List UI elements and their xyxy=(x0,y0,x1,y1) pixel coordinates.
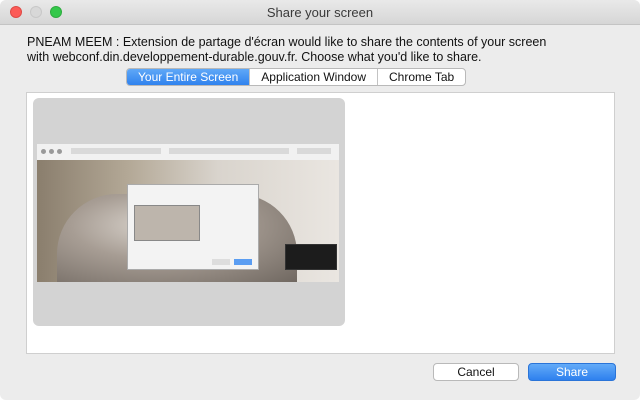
source-list-panel xyxy=(26,92,615,354)
screen-thumbnail xyxy=(37,144,339,282)
entire-screen-option[interactable] xyxy=(33,98,345,326)
window-title: Share your screen xyxy=(266,5,374,20)
cancel-button[interactable]: Cancel xyxy=(433,363,519,381)
message-line-2: with webconf.din.developpement-durable.g… xyxy=(27,50,482,64)
thumbnail-browser-toolbar xyxy=(37,144,339,161)
tab-application-window[interactable]: Application Window xyxy=(250,69,379,85)
tab-chrome-tab[interactable]: Chrome Tab xyxy=(378,69,465,85)
thumbnail-nested-dialog xyxy=(127,184,259,270)
share-request-message: PNEAM MEEM : Extension de partage d'écra… xyxy=(27,35,627,65)
share-button[interactable]: Share xyxy=(528,363,616,381)
tab-entire-screen[interactable]: Your Entire Screen xyxy=(127,69,251,85)
title-bar: Share your screen xyxy=(0,0,640,25)
share-screen-dialog: Share your screen PNEAM MEEM : Extension… xyxy=(0,0,640,400)
message-line-1: PNEAM MEEM : Extension de partage d'écra… xyxy=(27,35,547,49)
thumbnail-video-preview xyxy=(285,244,337,270)
source-tabs: Your Entire Screen Application Window Ch… xyxy=(126,68,467,86)
